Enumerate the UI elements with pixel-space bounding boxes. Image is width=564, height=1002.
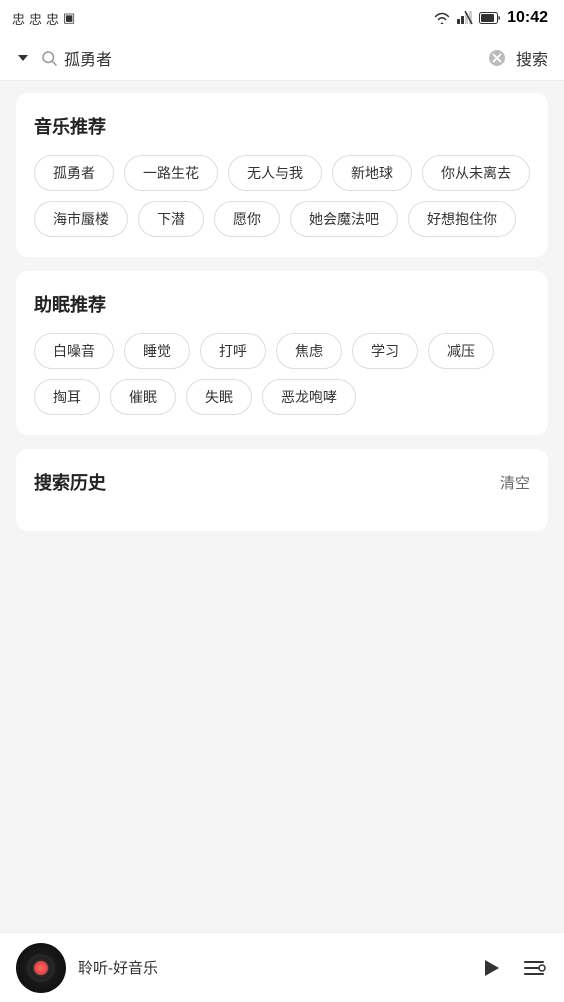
history-header: 搜索历史 清空 <box>34 469 530 495</box>
tag-item[interactable]: 新地球 <box>332 155 412 191</box>
search-history-card: 搜索历史 清空 <box>16 449 548 531</box>
music-tags: 孤勇者 一路生花 无人与我 新地球 你从未离去 海市蜃楼 下潜 愿你 她会魔法吧… <box>34 155 530 237</box>
clock: 10:42 <box>507 9 548 27</box>
tag-item[interactable]: 恶龙咆哮 <box>262 379 356 415</box>
tag-item[interactable]: 一路生花 <box>124 155 218 191</box>
playlist-icon <box>520 954 548 982</box>
search-dropdown[interactable] <box>16 51 30 65</box>
track-info: 聆听-好音乐 <box>78 957 464 978</box>
tag-item[interactable]: 睡觉 <box>124 333 190 369</box>
tag-item[interactable]: 减压 <box>428 333 494 369</box>
tag-item[interactable]: 白噪音 <box>34 333 114 369</box>
music-section-title: 音乐推荐 <box>34 113 530 139</box>
search-bar: 孤勇者 搜索 <box>0 36 564 81</box>
search-icon <box>40 49 58 67</box>
player-controls <box>476 954 548 982</box>
signal-icon <box>457 11 473 25</box>
tag-item[interactable]: 打呼 <box>200 333 266 369</box>
main-content: 音乐推荐 孤勇者 一路生花 无人与我 新地球 你从未离去 海市蜃楼 下潜 愿你 … <box>0 81 564 920</box>
settings-icon: ▣ <box>63 10 75 26</box>
tag-item[interactable]: 海市蜃楼 <box>34 201 128 237</box>
tag-item[interactable]: 掏耳 <box>34 379 100 415</box>
album-art <box>16 943 66 993</box>
sleep-section-title: 助眠推荐 <box>34 291 530 317</box>
search-button[interactable]: 搜索 <box>516 46 548 70</box>
tag-item[interactable]: 愿你 <box>214 201 280 237</box>
status-bar: 忠 忠 忠 ▣ 10:42 <box>0 0 564 36</box>
play-icon <box>476 954 504 982</box>
dropdown-arrow-icon <box>16 51 30 65</box>
vinyl-center <box>34 961 48 975</box>
clear-input-button[interactable] <box>488 49 506 67</box>
clear-history-button[interactable]: 清空 <box>500 472 530 493</box>
carrier-icon-1: 忠 <box>12 9 25 28</box>
tag-item[interactable]: 她会魔法吧 <box>290 201 398 237</box>
search-input[interactable]: 孤勇者 <box>64 49 478 67</box>
tag-item[interactable]: 焦虑 <box>276 333 342 369</box>
tag-item[interactable]: 好想抱住你 <box>408 201 516 237</box>
play-button[interactable] <box>476 954 504 982</box>
tag-item[interactable]: 孤勇者 <box>34 155 114 191</box>
music-recommendations-card: 音乐推荐 孤勇者 一路生花 无人与我 新地球 你从未离去 海市蜃楼 下潜 愿你 … <box>16 93 548 257</box>
tag-item[interactable]: 催眠 <box>110 379 176 415</box>
tag-item[interactable]: 学习 <box>352 333 418 369</box>
history-title: 搜索历史 <box>34 469 106 495</box>
sleep-tags: 白噪音 睡觉 打呼 焦虑 学习 减压 掏耳 催眠 失眠 恶龙咆哮 <box>34 333 530 415</box>
carrier-icon-3: 忠 <box>46 9 59 28</box>
carrier-icon-2: 忠 <box>29 9 42 28</box>
tag-item[interactable]: 你从未离去 <box>422 155 530 191</box>
search-input-wrap: 孤勇者 <box>40 49 478 67</box>
tag-item[interactable]: 无人与我 <box>228 155 322 191</box>
wifi-icon <box>433 11 451 25</box>
battery-icon <box>479 12 501 24</box>
tag-item[interactable]: 失眠 <box>186 379 252 415</box>
tag-item[interactable]: 下潜 <box>138 201 204 237</box>
status-icons: 忠 忠 忠 ▣ <box>12 9 75 28</box>
playlist-button[interactable] <box>520 954 548 982</box>
player-bar: 聆听-好音乐 <box>0 932 564 1002</box>
sleep-recommendations-card: 助眠推荐 白噪音 睡觉 打呼 焦虑 学习 减压 掏耳 催眠 失眠 恶龙咆哮 <box>16 271 548 435</box>
clear-icon <box>488 49 506 67</box>
status-right: 10:42 <box>433 9 548 27</box>
